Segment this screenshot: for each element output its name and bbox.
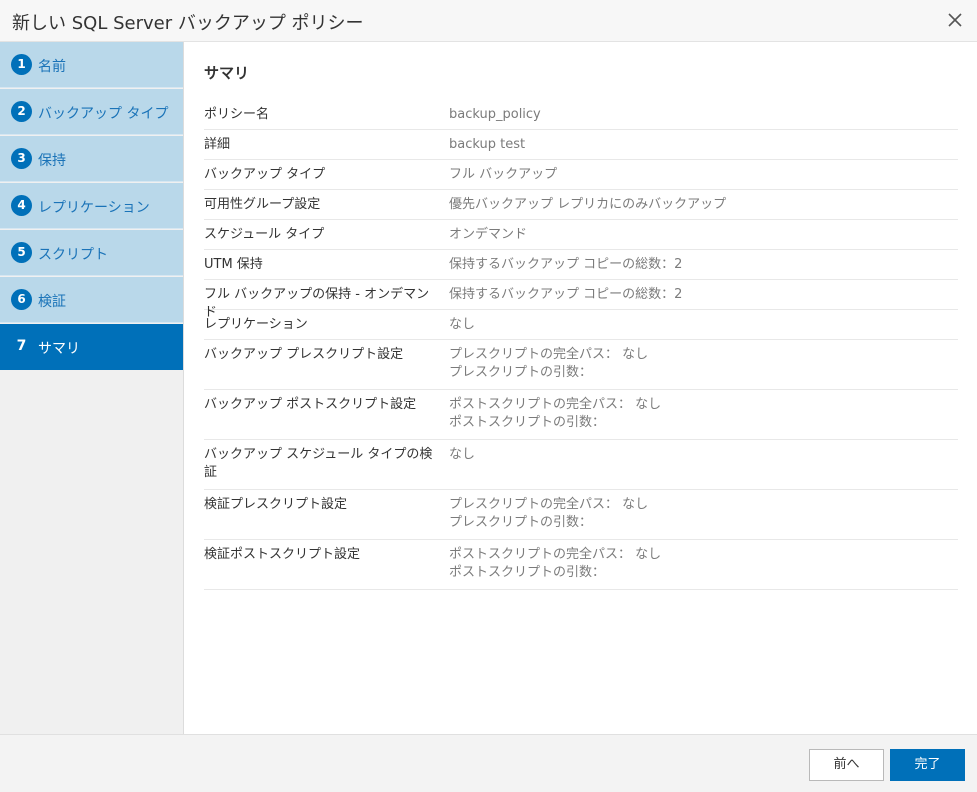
step-label: サマリ [38, 341, 80, 357]
step-number: 1 [11, 54, 32, 75]
close-icon[interactable] [947, 12, 963, 28]
summary-value-secondary: ポストスクリプトの引数： [449, 565, 606, 580]
summary-value: ポストスクリプトの完全パス： なし [449, 547, 662, 562]
step-number: 5 [11, 242, 32, 263]
summary-key: 検証ポストスクリプト設定 [204, 547, 361, 562]
summary-value: backup test [449, 137, 526, 152]
step-label: レプリケーション [38, 200, 150, 216]
dialog-footer: 前へ 完了 [0, 734, 977, 792]
step-name[interactable]: 1 名前 [0, 42, 183, 88]
summary-key: バックアップ プレスクリプト設定 [204, 347, 404, 362]
summary-row: レプリケーション なし [204, 310, 958, 340]
summary-value-secondary: ポストスクリプトの引数： [449, 415, 606, 430]
summary-key: ポリシー名 [204, 107, 270, 122]
step-backup-type[interactable]: 2 バックアップ タイプ [0, 89, 183, 135]
step-number: 3 [11, 148, 32, 169]
step-label: 保持 [38, 153, 66, 169]
backup-policy-dialog: 新しい SQL Server バックアップ ポリシー 1 名前 2 バックアップ… [0, 0, 977, 792]
step-label: スクリプト [38, 247, 108, 263]
step-label: バックアップ タイプ [38, 106, 169, 122]
summary-value-secondary: プレスクリプトの引数： [449, 515, 593, 530]
summary-key: スケジュール タイプ [204, 227, 325, 242]
summary-value: backup_policy [449, 107, 541, 122]
summary-table: ポリシー名 backup_policy 詳細 backup test バックアッ… [204, 100, 958, 590]
summary-value: フル バックアップ [449, 167, 558, 182]
wizard-steps: 1 名前 2 バックアップ タイプ 3 保持 4 レプリケーション 5 スクリプ… [0, 42, 184, 734]
summary-heading: サマリ [204, 64, 250, 82]
previous-button[interactable]: 前へ [809, 749, 884, 781]
summary-value: プレスクリプトの完全パス： なし [449, 347, 649, 362]
summary-key: UTM 保持 [204, 257, 263, 272]
summary-row: ポリシー名 backup_policy [204, 100, 958, 130]
summary-key: バックアップ ポストスクリプト設定 [204, 397, 417, 412]
summary-row: 可用性グループ設定 優先バックアップ レプリカにのみバックアップ [204, 190, 958, 220]
step-label: 名前 [38, 59, 66, 75]
summary-value: ポストスクリプトの完全パス： なし [449, 397, 662, 412]
summary-value: 保持するバックアップ コピーの総数：2 [449, 257, 683, 272]
summary-value: オンデマンド [449, 227, 528, 242]
step-script[interactable]: 5 スクリプト [0, 230, 183, 276]
step-number: 4 [11, 195, 32, 216]
summary-key: バックアップ タイプ [204, 167, 326, 182]
summary-key: バックアップ スケジュール タイプの検証 [204, 447, 433, 480]
summary-value: プレスクリプトの完全パス： なし [449, 497, 649, 512]
summary-row: フル バックアップの保持 - オンデマンド 保持するバックアップ コピーの総数：… [204, 280, 958, 320]
summary-row: バックアップ タイプ フル バックアップ [204, 160, 958, 190]
step-retention[interactable]: 3 保持 [0, 136, 183, 182]
summary-row: バックアップ プレスクリプト設定 プレスクリプトの完全パス： なし プレスクリプ… [204, 340, 958, 390]
summary-row: 詳細 backup test [204, 130, 958, 160]
step-number: 7 [16, 338, 27, 354]
summary-row: 検証プレスクリプト設定 プレスクリプトの完全パス： なし プレスクリプトの引数： [204, 490, 958, 540]
summary-value: なし [449, 317, 476, 332]
summary-value-secondary: プレスクリプトの引数： [449, 365, 593, 380]
summary-row: スケジュール タイプ オンデマンド [204, 220, 958, 250]
finish-button[interactable]: 完了 [890, 749, 965, 781]
summary-panel: サマリ ポリシー名 backup_policy 詳細 backup test バ… [184, 42, 977, 734]
summary-key: 詳細 [204, 137, 231, 152]
summary-row: バックアップ スケジュール タイプの検証 なし [204, 440, 958, 490]
step-label: 検証 [38, 294, 66, 310]
step-number: 6 [11, 289, 32, 310]
step-number: 2 [11, 101, 32, 122]
dialog-title: 新しい SQL Server バックアップ ポリシー [12, 13, 364, 34]
summary-key: 検証プレスクリプト設定 [204, 497, 348, 512]
summary-key: レプリケーション [204, 317, 308, 332]
summary-row: UTM 保持 保持するバックアップ コピーの総数：2 [204, 250, 958, 280]
summary-row: 検証ポストスクリプト設定 ポストスクリプトの完全パス： なし ポストスクリプトの… [204, 540, 958, 590]
step-replication[interactable]: 4 レプリケーション [0, 183, 183, 229]
step-verification[interactable]: 6 検証 [0, 277, 183, 323]
summary-value: 保持するバックアップ コピーの総数：2 [449, 287, 683, 302]
summary-row: バックアップ ポストスクリプト設定 ポストスクリプトの完全パス： なし ポストス… [204, 390, 958, 440]
summary-key: 可用性グループ設定 [204, 197, 321, 212]
dialog-titlebar: 新しい SQL Server バックアップ ポリシー [0, 0, 977, 42]
summary-value: 優先バックアップ レプリカにのみバックアップ [449, 197, 727, 212]
step-summary[interactable]: 7 サマリ [0, 324, 183, 370]
summary-value: なし [449, 447, 476, 462]
